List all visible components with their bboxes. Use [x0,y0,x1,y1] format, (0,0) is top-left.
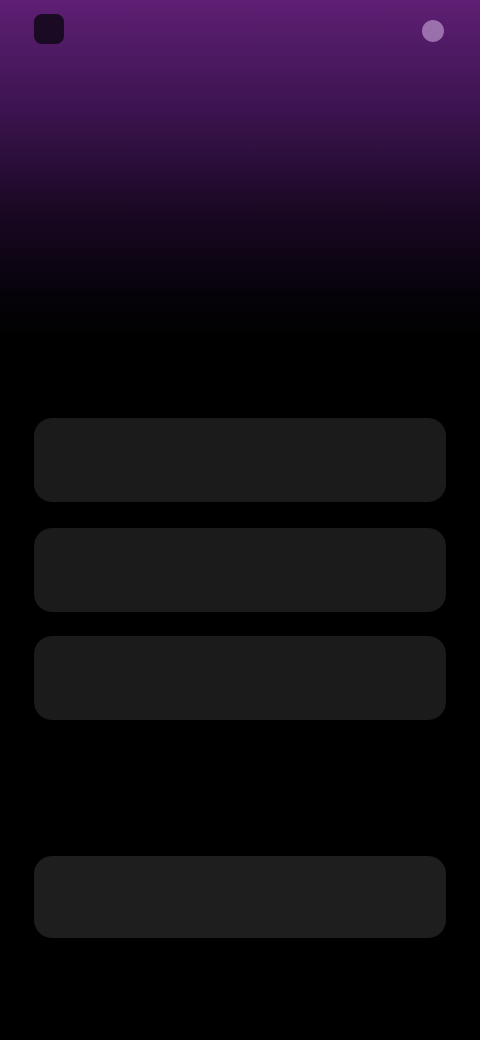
screen [0,0,480,1040]
app-logo[interactable] [34,14,72,44]
continue-button[interactable] [34,856,446,938]
option-button-2[interactable] [34,528,446,612]
option-button-1[interactable] [34,418,446,502]
user-icon [422,20,444,42]
top-link[interactable] [414,20,444,42]
logo-icon [34,14,64,44]
option-button-3[interactable] [34,636,446,720]
top-bar [0,0,480,64]
